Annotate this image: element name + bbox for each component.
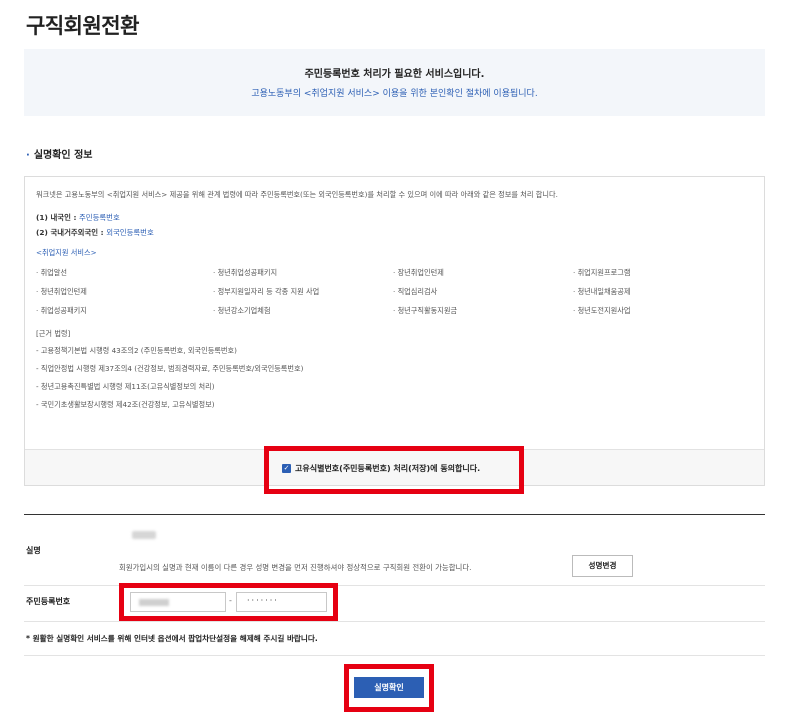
foreign-line: (2) 국내거주외국인 : 외국인등록번호 [36, 227, 753, 238]
info-box: 워크넷은 고용노동부의 <취업지원 서비스> 제공을 위해 관계 법령에 따라 … [24, 176, 765, 486]
name-change-button[interactable]: 성명변경 [572, 555, 633, 577]
service-item: · 직업심리검사 [393, 287, 438, 296]
service-item: · 청년취업인턴제 [36, 287, 87, 296]
rrn-label: 주민등록번호 [26, 597, 71, 606]
info-intro: 워크넷은 고용노동부의 <취업지원 서비스> 제공을 위해 관계 법령에 따라 … [36, 190, 558, 199]
notice-line-2: 고용노동부의 <취업지원 서비스> 이용을 위한 본인확인 절차에 이용됩니다. [251, 89, 538, 99]
highlight-rrn [119, 583, 338, 621]
service-item: · 취업알선 [36, 268, 68, 277]
service-item: · 청년강소기업체험 [213, 306, 271, 315]
domestic-line: (1) 내국인 : 주민등록번호 [36, 212, 753, 223]
name-value-blurred [132, 531, 156, 539]
name-label: 실명 [26, 546, 41, 555]
section-bullet: · [26, 150, 30, 161]
section-title-text: 실명확인 정보 [33, 150, 93, 161]
highlight-agree [264, 446, 524, 494]
highlight-confirm [344, 664, 434, 712]
service-item: · 취업성공패키지 [36, 306, 87, 315]
law-title: [근거 법령] [36, 329, 71, 338]
services-grid: · 취업알선 · 청년취업성공패키지 · 장년취업인턴제 · 취업지원프로그램 … [36, 268, 753, 316]
service-item: · 청년구직활동지원금 [393, 306, 458, 315]
notice-line-1: 주민등록번호 처리가 필요한 서비스입니다. [304, 69, 485, 80]
foreign-label: (2) 국내거주외국인 : [36, 228, 104, 237]
form-top-divider [24, 514, 765, 515]
row-divider [24, 621, 765, 622]
law-item: - 고용정책기본법 시행령 43조의2 (주민등록번호, 외국인등록번호) [36, 346, 237, 355]
law-item: - 직업안정법 시행령 제37조의4 (건강정보, 범죄경력자료, 주민등록번호… [36, 364, 304, 373]
services-title: <취업지원 서비스> [36, 248, 97, 257]
domestic-label: (1) 내국인 : [36, 213, 77, 222]
page-title: 구직회원전환 [26, 14, 139, 38]
notice-box: 주민등록번호 처리가 필요한 서비스입니다. 고용노동부의 <취업지원 서비스>… [24, 49, 765, 116]
service-item: · 장년취업인턴제 [393, 268, 444, 277]
service-item: · 청년도전지원사업 [573, 306, 631, 315]
name-help-text: 회원가입시의 실명과 현재 이름이 다른 경우 성명 변경을 먼저 진행하셔야 … [119, 563, 472, 572]
law-item: - 국민기초생활보장시행령 제42조(건강정보, 고유식별정보) [36, 400, 215, 409]
foreign-value: 외국인등록번호 [106, 228, 154, 237]
law-item: - 청년고용촉진특별법 시행령 제11조(고유식별정보의 처리) [36, 382, 215, 391]
service-item: · 청년취업성공패키지 [213, 268, 278, 277]
service-item: · 취업지원프로그램 [573, 268, 631, 277]
service-item: · 정부지원일자리 등 각종 지원 사업 [213, 287, 320, 296]
domestic-value: 주민등록번호 [78, 213, 120, 222]
popup-note: * 원활한 실명확인 서비스를 위해 인터넷 옵션에서 팝업차단설정을 해제해 … [26, 634, 318, 643]
row-divider [24, 655, 765, 656]
service-item: · 청년내일채움공제 [573, 287, 631, 296]
section-title: · 실명확인 정보 [26, 146, 93, 161]
